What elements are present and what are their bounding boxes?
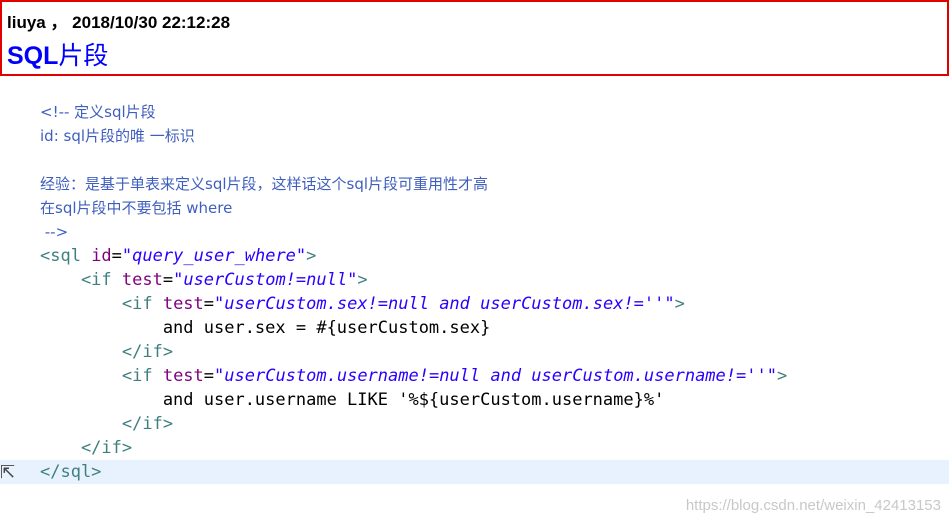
code-token-comment: id: sql片段的唯 一标识 — [40, 127, 195, 145]
code-token-text: = — [203, 366, 215, 386]
code-line: id: sql片段的唯 一标识 — [40, 124, 787, 148]
code-token-tag: </sql> — [40, 462, 102, 482]
code-line: </if> — [40, 340, 787, 364]
code-block[interactable]: <!-- 定义sql片段 id: sql片段的唯 一标识经验：是基于单表来定义sq… — [40, 100, 787, 484]
title-latin: SQL — [7, 42, 59, 70]
code-token-val: "userCustom.username!=null and userCusto… — [214, 366, 777, 386]
code-line: 经验：是基于单表来定义sql片段，这样话这个sql片段可重用性才高 — [40, 172, 787, 196]
code-line: 在sql片段中不要包括 where — [40, 196, 787, 220]
code-line: and user.sex = #{userCustom.sex} — [40, 316, 787, 340]
watermark: https://blog.csdn.net/weixin_42413153 — [685, 497, 941, 514]
code-line: <if test="userCustom.username!=null and … — [40, 364, 787, 388]
code-token-tag: > — [357, 270, 368, 290]
code-token-val: "userCustom!=null" — [173, 270, 358, 290]
code-line: <if test="userCustom!=null"> — [40, 268, 787, 292]
code-line: <if test="userCustom.sex!=null and userC… — [40, 292, 787, 316]
code-line: </if> — [40, 436, 787, 460]
code-token-comment: 在sql片段中不要包括 where — [40, 199, 233, 217]
code-token-tag: <if — [40, 366, 163, 386]
post-title: SQL片段 — [7, 36, 108, 72]
code-token-val: "query_user_where" — [121, 246, 307, 266]
code-token-tag: > — [306, 246, 317, 266]
code-token-val: "userCustom.sex!=null and userCustom.sex… — [214, 294, 675, 314]
code-token-tag: </if> — [40, 438, 133, 458]
code-line: <!-- 定义sql片段 — [40, 100, 787, 124]
code-token-attr: test — [121, 270, 163, 290]
code-line: and user.username LIKE '%${userCustom.us… — [40, 388, 787, 412]
code-token-attr: id — [91, 246, 112, 266]
code-token-comment: <!-- 定义sql片段 — [40, 103, 156, 121]
code-token-tag: </if> — [40, 342, 174, 362]
code-token-tag: <if — [40, 294, 163, 314]
code-token-tag: <if — [40, 270, 122, 290]
code-token-comment: 经验：是基于单表来定义sql片段，这样话这个sql片段可重用性才高 — [40, 175, 489, 193]
code-token-attr: test — [162, 294, 204, 314]
code-line: --> — [40, 220, 787, 244]
code-token-comment: --> — [40, 223, 69, 241]
code-line: </if> — [40, 412, 787, 436]
code-line: <sql id="query_user_where"> — [40, 244, 787, 268]
mouse-pointer-icon: ⇱ — [0, 462, 16, 483]
code-token-tag: <sql — [40, 246, 92, 266]
code-line: </sql> — [40, 460, 787, 484]
code-token-text: = — [162, 270, 174, 290]
code-token-text: and user.sex = #{userCustom.sex} — [40, 318, 491, 338]
code-token-tag: > — [776, 366, 788, 386]
code-token-attr: test — [162, 366, 204, 386]
author-timestamp: liuya ， 2018/10/30 22:12:28 — [7, 13, 231, 32]
post-header: liuya ， 2018/10/30 22:12:28 SQL片段 — [0, 0, 949, 76]
code-token-tag: > — [674, 294, 685, 314]
title-cjk: 片段 — [58, 42, 109, 70]
code-token-tag: </if> — [40, 414, 174, 434]
code-token-text: and user.username LIKE '%${userCustom.us… — [40, 390, 665, 410]
code-token-text: = — [203, 294, 215, 314]
code-token-text: = — [111, 246, 122, 266]
